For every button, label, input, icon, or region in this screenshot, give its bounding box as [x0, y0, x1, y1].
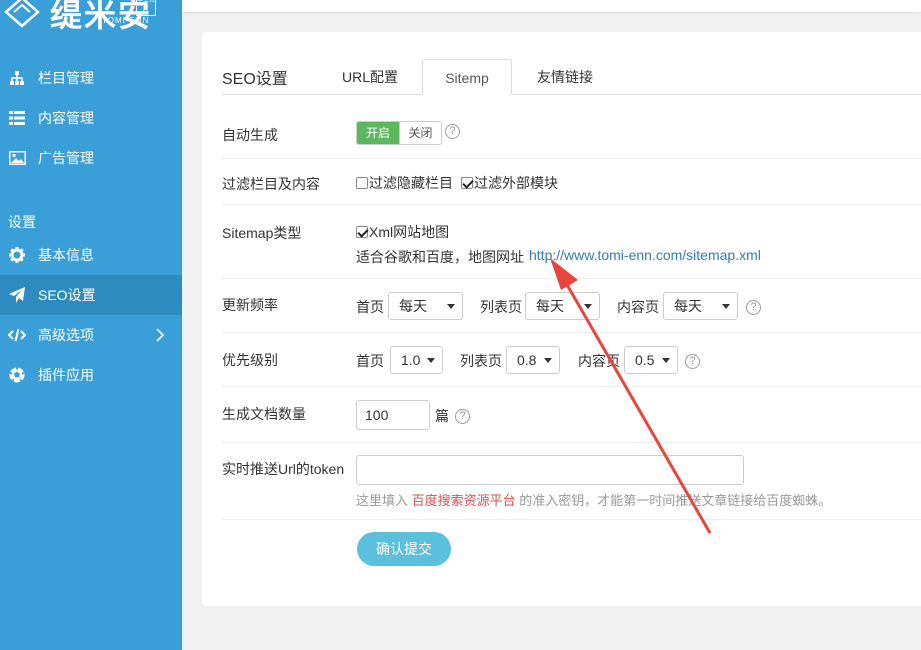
hint-suffix: 的准入密钥，才能第一时间推送文章链接给百度蜘蛛。	[519, 493, 832, 508]
caret-down-icon	[662, 358, 670, 363]
help-icon[interactable]: ?	[445, 124, 460, 139]
push-token-input[interactable]	[356, 455, 744, 485]
sidebar-item-basic-info[interactable]: 基本信息	[0, 235, 182, 275]
checkbox-box[interactable]	[356, 226, 368, 238]
hint-prefix: 这里填入	[356, 493, 409, 508]
sidebar-item-label: 广告管理	[38, 150, 94, 166]
sidebar-item-seo-settings[interactable]: SEO设置	[0, 275, 182, 315]
select-value: 每天	[399, 298, 427, 314]
sidebar-item-label: 栏目管理	[38, 70, 94, 86]
select-value: 每天	[536, 298, 564, 314]
select-value: 0.8	[517, 352, 537, 368]
toggle-on-option[interactable]: 开启	[357, 122, 399, 144]
logo-english-text: TOMI-ENN	[102, 16, 150, 25]
list-priority-select[interactable]: 0.8	[506, 346, 560, 374]
list-frequency-select[interactable]: 每天	[525, 292, 600, 320]
filter-label: 过滤栏目及内容	[222, 176, 320, 192]
home-frequency-select[interactable]: 每天	[388, 292, 463, 320]
seo-settings-panel: SEO设置 URL配置 Sitemp 友情链接 自动生成 开启 关闭 ? 过滤栏…	[202, 32, 921, 606]
sitemap-icon	[8, 69, 26, 87]
top-bar	[182, 0, 921, 12]
checkbox-label: 过滤隐藏栏目	[369, 175, 453, 191]
doc-count-unit: 篇	[435, 408, 449, 424]
tab-url-config[interactable]: URL配置	[322, 59, 418, 95]
soccer-ball-icon	[8, 366, 26, 384]
logo-mark-icon	[4, 0, 40, 28]
content-frequency-select[interactable]: 每天	[663, 292, 738, 320]
list-page-label: 列表页	[460, 353, 502, 369]
code-icon	[8, 326, 26, 344]
tab-sitemap[interactable]: Sitemp	[422, 59, 512, 95]
push-token-hint: 这里填入 百度搜索资源平台 的准入密钥，才能第一时间推送文章链接给百度蜘蛛。	[356, 490, 831, 509]
logo-stamp: 手工社区	[136, 0, 156, 16]
row-divider	[222, 332, 921, 333]
push-token-label: 实时推送Url的token	[222, 461, 345, 477]
row-divider	[222, 278, 921, 279]
chevron-right-icon	[156, 328, 164, 342]
caret-down-icon	[447, 304, 455, 309]
sidebar: 缇米安 TOMI-ENN 手工社区 栏目管理 内容管理 广告管理 设置 基本信息…	[0, 0, 182, 650]
doc-count-label: 生成文档数量	[222, 406, 306, 422]
filter-hidden-columns-checkbox[interactable]: 过滤隐藏栏目	[356, 173, 453, 193]
content-page-label: 内容页	[617, 299, 659, 315]
input-value: 100	[365, 407, 389, 423]
sidebar-item-label: 插件应用	[38, 367, 94, 383]
sidebar-item-label: 高级选项	[38, 327, 94, 343]
auto-generate-toggle[interactable]: 开启 关闭	[356, 121, 442, 145]
paper-plane-icon	[8, 286, 26, 304]
logo[interactable]: 缇米安 TOMI-ENN 手工社区	[0, 0, 182, 38]
sidebar-item-advanced-options[interactable]: 高级选项	[0, 315, 182, 355]
sitemap-description: 适合谷歌和百度，地图网址	[356, 249, 524, 265]
checkbox-label: 过滤外部模块	[474, 175, 558, 191]
update-frequency-label: 更新频率	[222, 297, 278, 313]
sidebar-item-label: 内容管理	[38, 110, 94, 126]
doc-count-input[interactable]: 100	[356, 400, 430, 430]
filter-external-modules-checkbox[interactable]: 过滤外部模块	[461, 173, 558, 193]
checkbox-box[interactable]	[356, 177, 368, 189]
sidebar-item-content-management[interactable]: 内容管理	[0, 98, 182, 138]
submit-button[interactable]: 确认提交	[357, 532, 451, 566]
caret-down-icon	[427, 358, 435, 363]
list-icon	[8, 109, 26, 127]
sidebar-item-label: SEO设置	[38, 287, 96, 303]
help-icon[interactable]: ?	[746, 300, 761, 315]
row-divider	[222, 442, 921, 443]
home-label: 首页	[356, 299, 384, 315]
row-divider	[222, 158, 921, 159]
row-divider	[222, 204, 921, 205]
toggle-off-option[interactable]: 关闭	[399, 122, 441, 144]
help-icon[interactable]: ?	[685, 354, 700, 369]
page-title: SEO设置	[222, 71, 288, 88]
image-icon	[8, 149, 26, 167]
sidebar-item-label: 基本信息	[38, 247, 94, 263]
tab-friendly-links[interactable]: 友情链接	[517, 59, 613, 95]
home-priority-select[interactable]: 1.0	[390, 346, 443, 374]
priority-label: 优先级别	[222, 352, 278, 368]
settings-section-label: 设置	[8, 214, 36, 230]
caret-down-icon	[544, 358, 552, 363]
sidebar-item-ad-management[interactable]: 广告管理	[0, 138, 182, 178]
sitemap-url-link[interactable]: http://www.tomi-enn.com/sitemap.xml	[529, 247, 761, 263]
help-icon[interactable]: ?	[455, 409, 470, 424]
checkbox-box[interactable]	[461, 177, 473, 189]
select-value: 0.5	[635, 352, 655, 368]
sidebar-item-column-management[interactable]: 栏目管理	[0, 58, 182, 98]
baidu-platform-link[interactable]: 百度搜索资源平台	[412, 493, 516, 508]
sidebar-item-plugins[interactable]: 插件应用	[0, 355, 182, 395]
content-priority-select[interactable]: 0.5	[624, 346, 678, 374]
caret-down-icon	[722, 304, 730, 309]
list-page-label: 列表页	[480, 299, 522, 315]
caret-down-icon	[584, 304, 592, 309]
select-value: 每天	[674, 298, 702, 314]
checkbox-label: Xml网站地图	[369, 224, 450, 240]
content-page-label: 内容页	[578, 353, 620, 369]
select-value: 1.0	[401, 352, 421, 368]
auto-generate-label: 自动生成	[222, 127, 278, 143]
row-divider	[222, 386, 921, 387]
gear-icon	[8, 246, 26, 264]
home-label: 首页	[356, 353, 384, 369]
sitemap-type-label: Sitemap类型	[222, 225, 302, 241]
row-divider	[222, 519, 921, 520]
xml-sitemap-checkbox[interactable]: Xml网站地图	[356, 222, 449, 242]
